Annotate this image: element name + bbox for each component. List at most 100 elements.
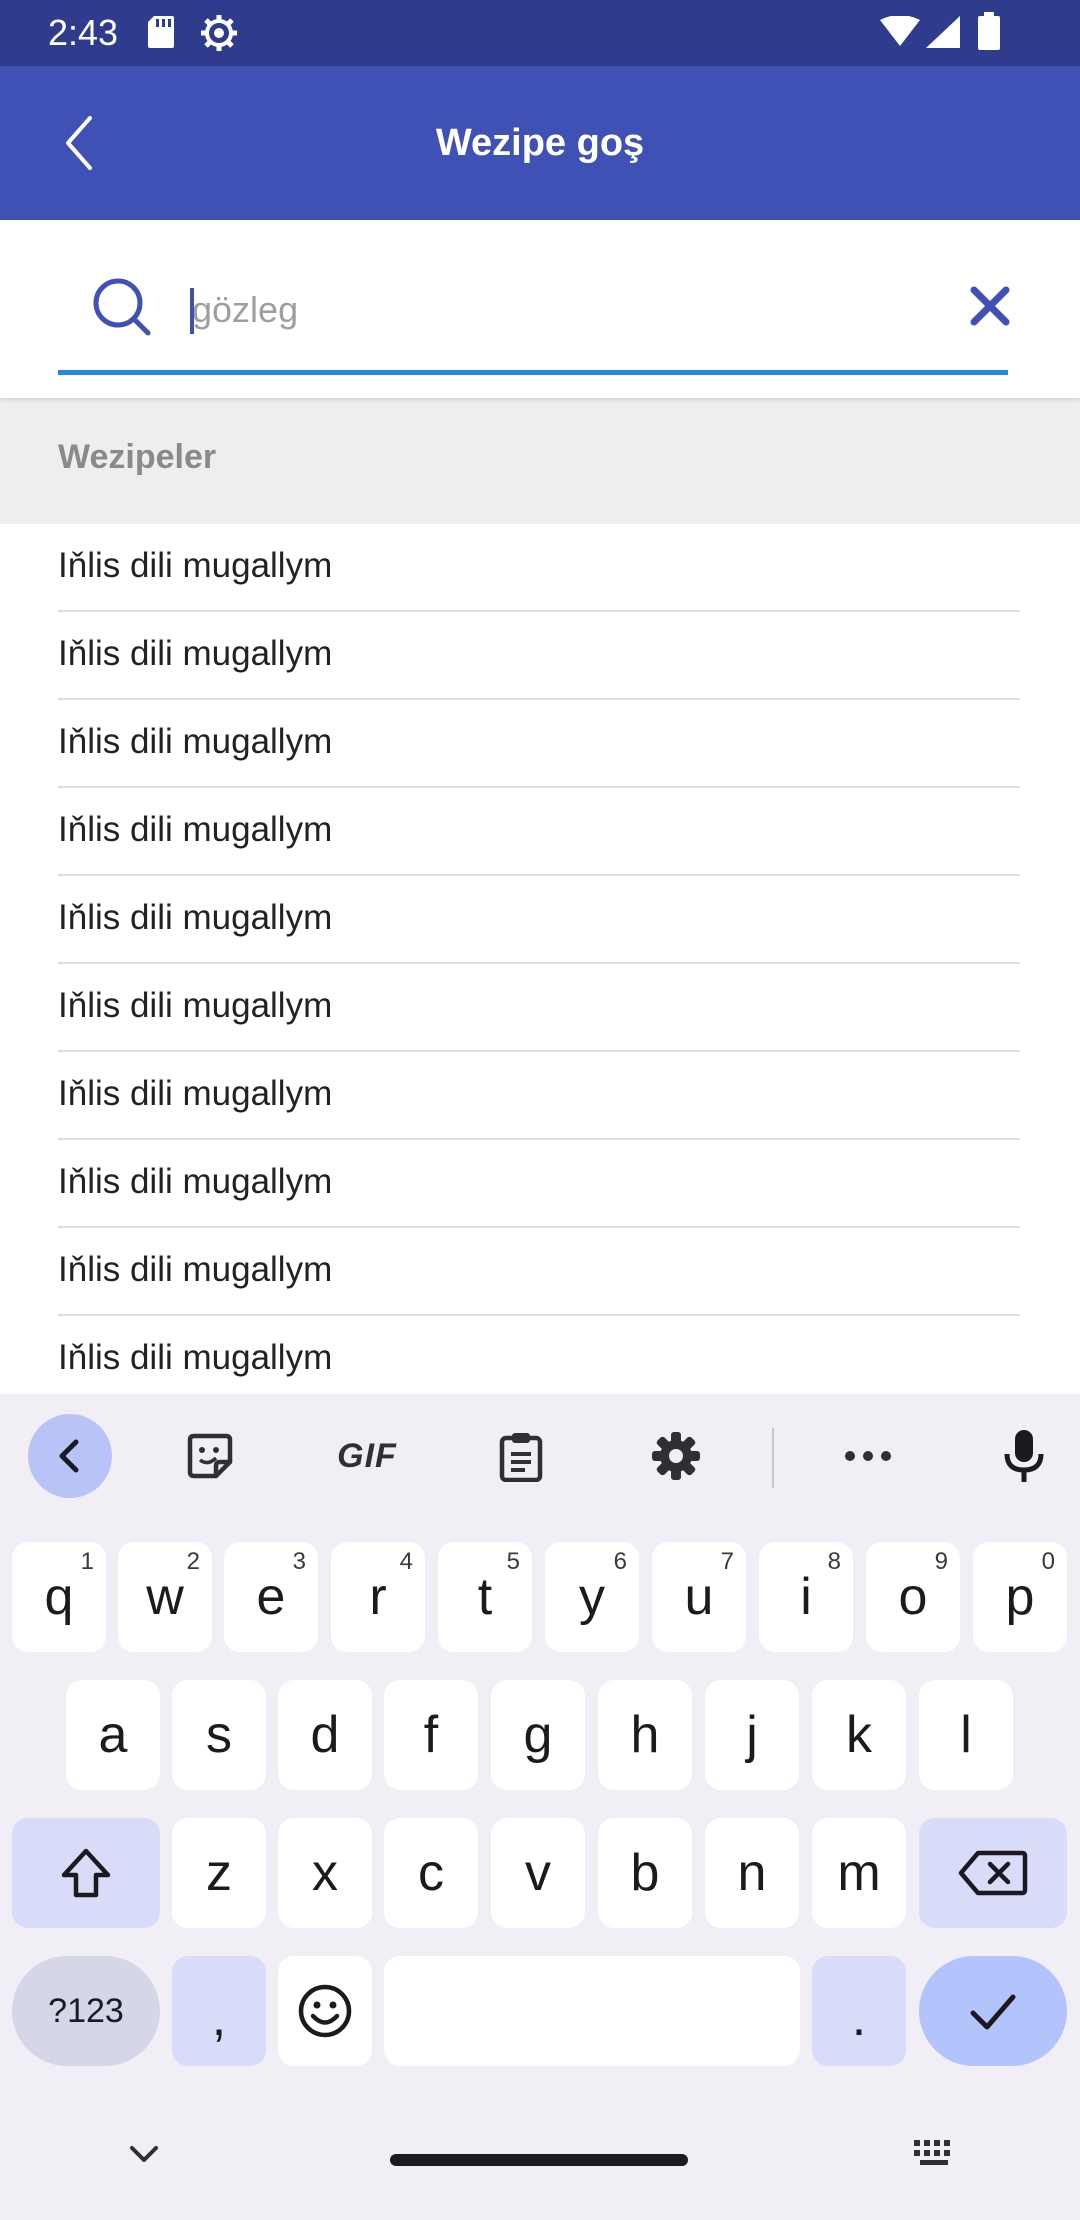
symbols-key[interactable]: ?123 [12,1956,160,2066]
search-underline [58,370,1008,375]
keyboard-toolbar: GIF [0,1394,1080,1516]
app-bar: Wezipe goş [0,66,1080,220]
list-item[interactable]: Iňlis dili mugallym [58,1228,1020,1316]
key-g[interactable]: g [491,1680,585,1790]
text-caret [190,288,194,334]
clear-search-button[interactable] [960,276,1020,336]
key-p[interactable]: p0 [973,1542,1067,1652]
gif-icon: GIF [337,1436,397,1475]
section-title: Wezipeler [58,438,217,476]
key-r[interactable]: r4 [331,1542,425,1652]
enter-key[interactable] [919,1956,1067,2066]
keyboard-icon [914,2140,950,2165]
toolbar-divider [772,1428,774,1488]
key-c[interactable]: c [384,1818,478,1928]
shift-icon [61,1848,111,1898]
keyboard-nav-bar [0,2120,1080,2220]
key-k[interactable]: k [812,1680,906,1790]
search-icon [93,278,151,336]
key-a[interactable]: a [66,1680,160,1790]
list-item[interactable]: Iňlis dili mugallym [58,1316,1020,1394]
emoji-key[interactable] [278,1956,372,2066]
page-title: Wezipe goş [435,122,645,164]
search-bar [0,220,1080,398]
key-x[interactable]: x [278,1818,372,1928]
chevron-down-icon [130,2146,158,2162]
key-s[interactable]: s [172,1680,266,1790]
list-item[interactable]: Iňlis dili mugallym [58,964,1020,1052]
key-i[interactable]: i8 [759,1542,853,1652]
key-m[interactable]: m [812,1818,906,1928]
key-e[interactable]: e3 [224,1542,318,1652]
voice-input-button[interactable] [982,1414,1066,1498]
list-item-label: Iňlis dili mugallym [58,1250,333,1289]
key-l[interactable]: l [919,1680,1013,1790]
key-f[interactable]: f [384,1680,478,1790]
list-item[interactable]: Iňlis dili mugallym [58,876,1020,964]
key-h[interactable]: h [598,1680,692,1790]
list-item-label: Iňlis dili mugallym [58,546,333,585]
key-q[interactable]: q1 [12,1542,106,1652]
clipboard-icon [499,1433,543,1482]
key-t[interactable]: t5 [438,1542,532,1652]
sd-card-icon [146,14,176,55]
key-z[interactable]: z [172,1818,266,1928]
more-icon [845,1451,891,1461]
status-bar: 2:43 [0,0,1080,66]
key-w[interactable]: w2 [118,1542,212,1652]
list-item[interactable]: Iňlis dili mugallym [58,1052,1020,1140]
key-o[interactable]: o9 [866,1542,960,1652]
list-item-label: Iňlis dili mugallym [58,1074,333,1113]
sticker-icon [187,1433,233,1479]
clipboard-button[interactable] [479,1414,563,1498]
keyboard-collapse-button[interactable] [28,1414,112,1498]
gif-button[interactable]: GIF [322,1414,412,1498]
list-item-label: Iňlis dili mugallym [58,1162,333,1201]
chevron-left-icon [59,1439,79,1473]
settings-icon [652,1432,700,1480]
period-key[interactable]: . [812,1956,906,2066]
list-item[interactable]: Iňlis dili mugallym [58,1140,1020,1228]
close-icon [970,286,1010,326]
key-b[interactable]: b [598,1818,692,1928]
home-indicator[interactable] [390,2154,688,2166]
checkmark-icon [970,1994,1016,2030]
keyboard-settings-button[interactable] [634,1414,718,1498]
key-y[interactable]: y6 [545,1542,639,1652]
key-n[interactable]: n [705,1818,799,1928]
key-u[interactable]: u7 [652,1542,746,1652]
section-header: Wezipeler [0,398,1080,524]
list-item-label: Iňlis dili mugallym [58,634,333,673]
backspace-key[interactable] [919,1818,1067,1928]
key-d[interactable]: d [278,1680,372,1790]
list-item-label: Iňlis dili mugallym [58,986,333,1025]
hide-keyboard-button[interactable] [124,2134,164,2174]
list-item[interactable]: Iňlis dili mugallym [58,612,1020,700]
positions-list: Iňlis dili mugallym Iňlis dili mugallym … [0,524,1080,1394]
sticker-button[interactable] [168,1414,252,1498]
list-item[interactable]: Iňlis dili mugallym [58,788,1020,876]
more-button[interactable] [826,1414,910,1498]
settings-gear-icon [200,14,238,57]
comma-key[interactable]: , [172,1956,266,2066]
emoji-icon [298,1984,352,2038]
wifi-icon [880,15,920,53]
search-input[interactable] [188,278,952,342]
list-item[interactable]: Iňlis dili mugallym [58,700,1020,788]
status-time: 2:43 [48,12,119,53]
space-key[interactable] [384,1956,800,2066]
list-item-label: Iňlis dili mugallym [58,1338,333,1377]
soft-keyboard: GIF q1 w2 e3 r4 t5 y6 u7 i8 o9 p0 a s d … [0,1394,1080,2220]
keyboard-switch-button[interactable] [912,2136,958,2170]
key-j[interactable]: j [705,1680,799,1790]
list-item-label: Iňlis dili mugallym [58,810,333,849]
list-item-label: Iňlis dili mugallym [58,898,333,937]
microphone-icon [1004,1430,1044,1482]
key-v[interactable]: v [491,1818,585,1928]
shift-key[interactable] [12,1818,160,1928]
list-item[interactable]: Iňlis dili mugallym [58,524,1020,612]
list-item-label: Iňlis dili mugallym [58,722,333,761]
battery-icon [978,12,1000,55]
backspace-icon [958,1850,1028,1896]
cell-signal-icon [926,16,960,53]
